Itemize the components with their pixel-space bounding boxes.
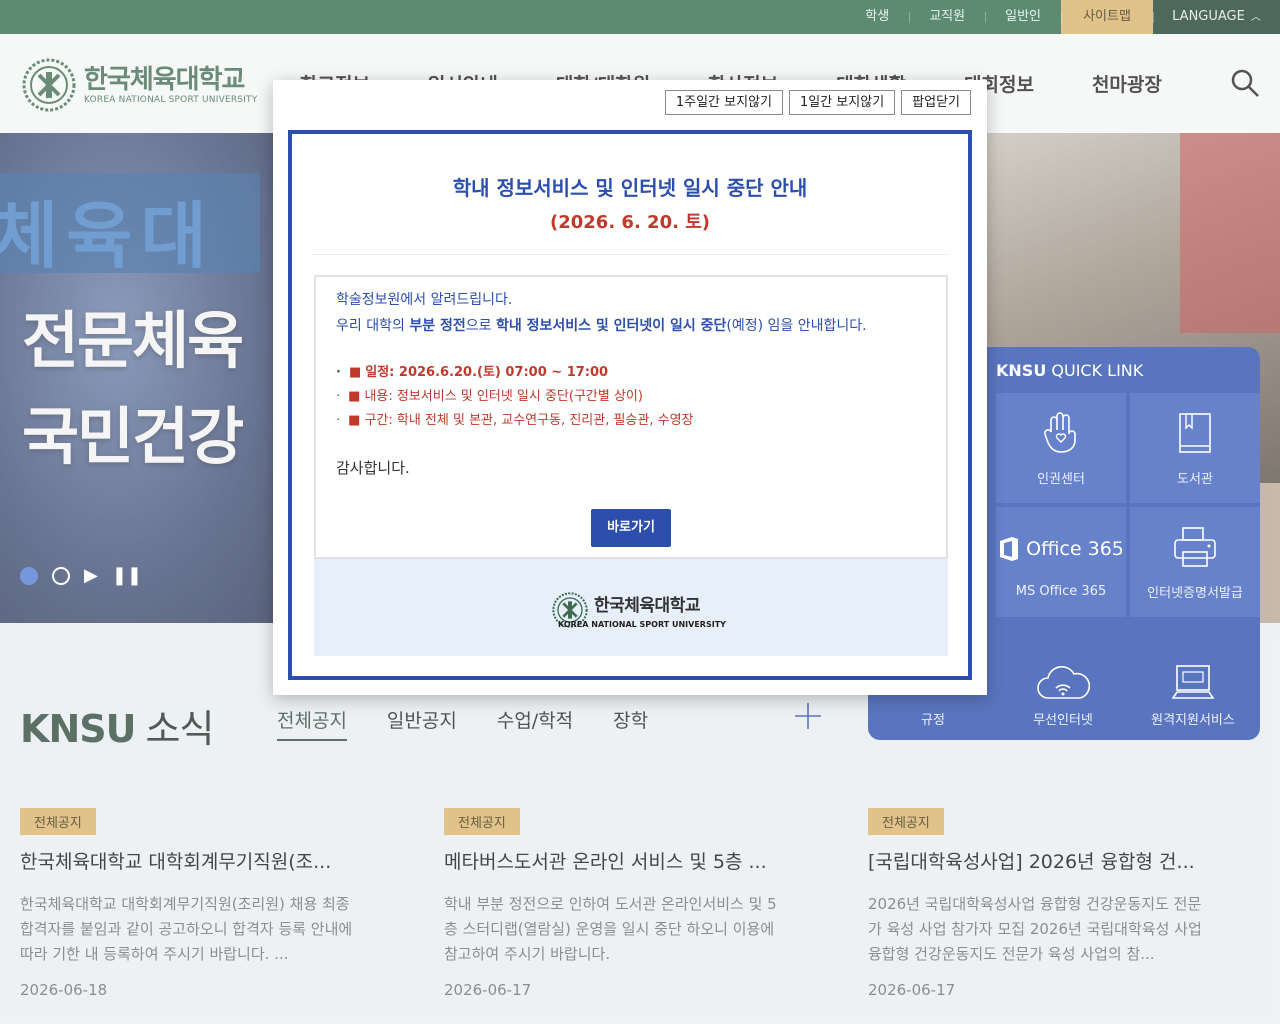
- popup-footer: 한국체육대학교 KOREA NATIONAL SPORT UNIVERSITY: [314, 559, 948, 656]
- popup-title: 학내 정보서비스 및 인터넷 일시 중단 안내: [452, 176, 808, 200]
- popup-date: (2026. 6. 20. 토): [550, 212, 710, 233]
- popup-logo-text: 한국체육대학교 KOREA NATIONAL SPORT UNIVERSITY: [558, 591, 726, 629]
- list-item: ■일정: 2026.6.20.(토) 07:00 ~ 17:00: [336, 361, 694, 385]
- popup-footer-logo: 한국체육대학교 KOREA NATIONAL SPORT UNIVERSITY: [552, 591, 726, 629]
- list-item: ■내용: 정보서비스 및 인터넷 일시 중단(구간별 상이): [336, 385, 694, 409]
- summary-emphasis: 부분 정전: [409, 318, 466, 334]
- divider: [312, 254, 948, 255]
- go-button[interactable]: 바로가기: [591, 509, 671, 547]
- summary-part: (예정) 임을 안내합니다.: [726, 318, 867, 334]
- list-item: ■구간: 학내 전체 및 본관, 교수연구동, 진리관, 필승관, 수영장: [336, 409, 694, 433]
- popup-button-bar: 1주일간 보지않기 1일간 보지않기 팝업닫기: [664, 90, 971, 115]
- popup-intro-line: 학술정보원에서 알려드립니다.: [336, 292, 513, 308]
- popup-detail-list: ■일정: 2026.6.20.(토) 07:00 ~ 17:00 ■내용: 정보…: [336, 361, 694, 433]
- popup-summary-line: 우리 대학의 부분 정전으로 학내 정보서비스 및 인터넷이 일시 중단(예정)…: [336, 315, 867, 335]
- list-item-text: 내용: 정보서비스 및 인터넷 일시 중단(구간별 상이): [364, 389, 643, 404]
- list-item-text: 구간: 학내 전체 및 본관, 교수연구동, 진리관, 필승관, 수영장: [364, 413, 694, 428]
- popup-logo-korean: 한국체육대학교: [594, 596, 700, 616]
- popup-logo-english: KOREA NATIONAL SPORT UNIVERSITY: [558, 620, 726, 629]
- list-item-text: 일정: 2026.6.20.(토) 07:00 ~ 17:00: [365, 365, 609, 380]
- summary-part: 으로: [465, 318, 496, 334]
- square-bullet-icon: ■: [348, 413, 361, 428]
- summary-part: 우리 대학의: [336, 318, 410, 334]
- popup-content-frame: 학내 정보서비스 및 인터넷 일시 중단 안내 (2026. 6. 20. 토)…: [288, 130, 972, 680]
- popup-thanks: 감사합니다.: [336, 459, 410, 477]
- summary-emphasis: 학내 정보서비스 및 인터넷이 일시 중단: [495, 318, 727, 334]
- popup-message-box: 학술정보원에서 알려드립니다. 우리 대학의 부분 정전으로 학내 정보서비스 …: [314, 275, 948, 559]
- notice-popup: 1주일간 보지않기 1일간 보지않기 팝업닫기 학내 정보서비스 및 인터넷 일…: [273, 80, 987, 695]
- square-bullet-icon: ■: [348, 365, 362, 380]
- hide-day-button[interactable]: 1일간 보지않기: [788, 90, 896, 115]
- hide-week-button[interactable]: 1주일간 보지않기: [664, 90, 783, 115]
- square-bullet-icon: ■: [348, 389, 361, 404]
- close-popup-button[interactable]: 팝업닫기: [901, 90, 971, 115]
